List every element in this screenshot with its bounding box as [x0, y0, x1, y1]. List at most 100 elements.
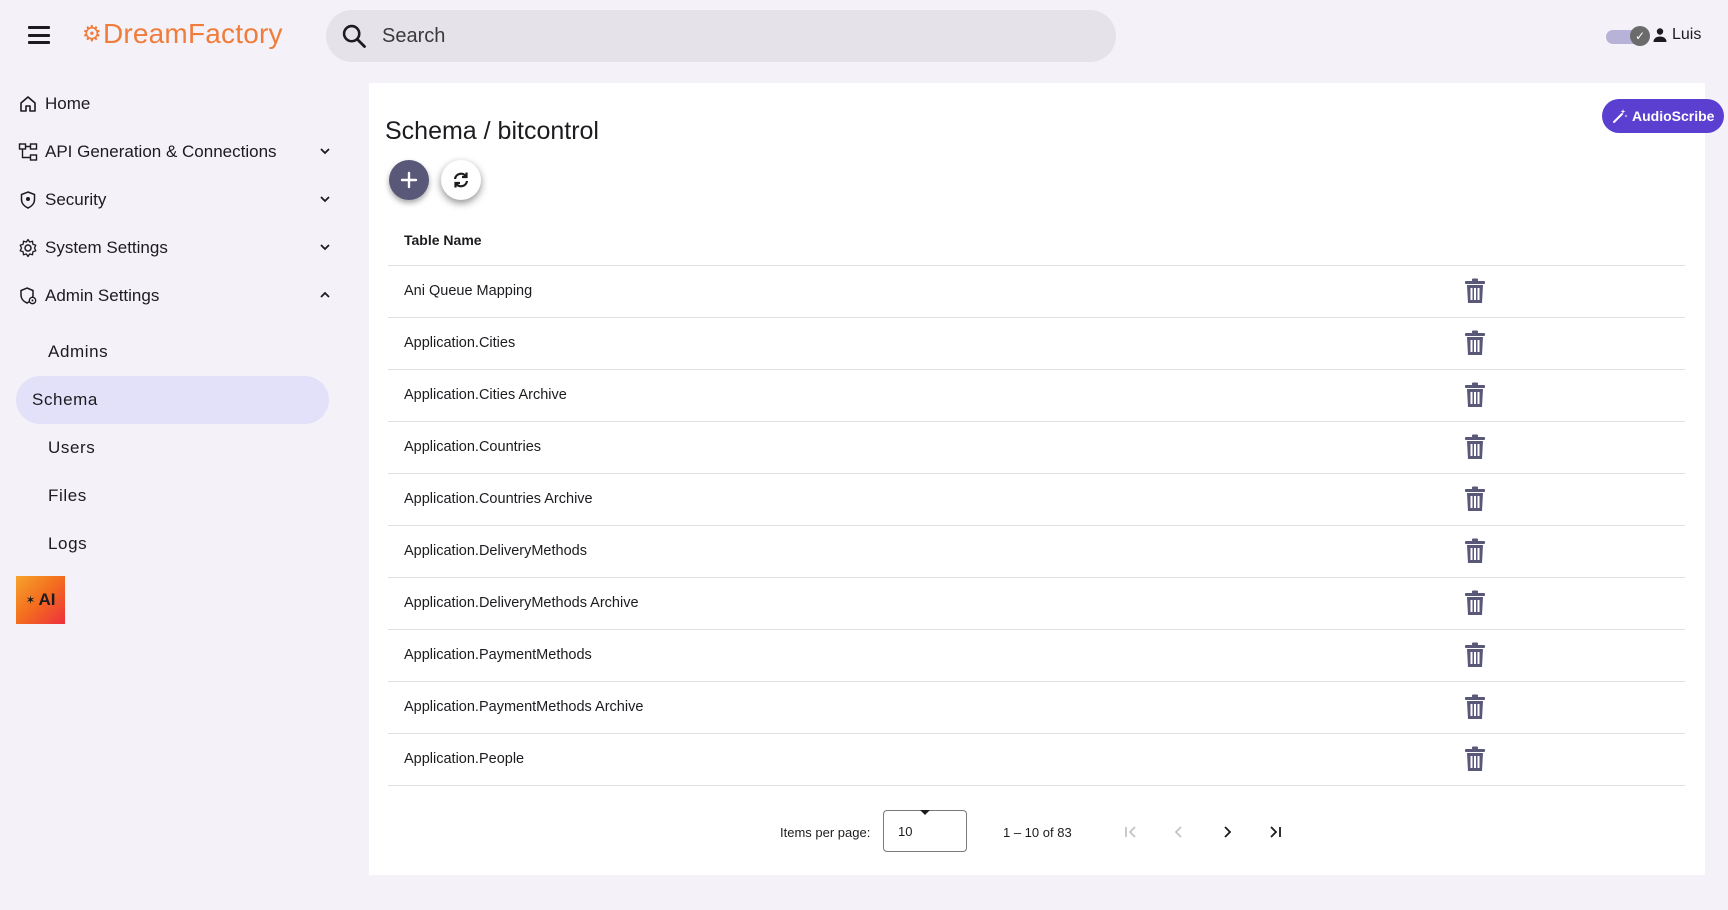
first-page-button[interactable]	[1119, 820, 1143, 844]
sidebar-item-label: System Settings	[45, 238, 168, 257]
table-row[interactable]: Application.Countries Archive	[388, 473, 1685, 526]
chevron-down-icon	[320, 244, 330, 251]
user-menu[interactable]: Luis	[1652, 26, 1701, 44]
row-actions-cell	[1425, 317, 1685, 370]
row-actions-cell	[1425, 525, 1685, 578]
sidebar-subitem-users[interactable]: Users	[16, 424, 329, 472]
delete-icon[interactable]	[1464, 694, 1486, 720]
delete-icon[interactable]	[1464, 746, 1486, 772]
delete-icon[interactable]	[1464, 590, 1486, 616]
sparkle-icon: ✶	[25, 593, 36, 607]
chevron-down-icon	[320, 196, 330, 203]
first-page-icon	[1125, 826, 1136, 838]
gear-icon	[18, 238, 38, 258]
row-actions-cell	[1425, 473, 1685, 526]
table-row[interactable]: Application.People	[388, 733, 1685, 786]
logo[interactable]: ⚙ DreamFactory	[82, 18, 283, 50]
search-input[interactable]	[382, 24, 1082, 48]
audioscribe-label: AudioScribe	[1632, 108, 1715, 124]
table-row[interactable]: Application.PaymentMethods Archive	[388, 681, 1685, 734]
shield-icon	[18, 190, 38, 210]
sidebar-item-label: Home	[45, 94, 91, 113]
table-row[interactable]: Application.DeliveryMethods Archive	[388, 577, 1685, 630]
table-name-cell[interactable]: Application.PaymentMethods	[388, 629, 1425, 682]
audioscribe-button[interactable]: AudioScribe	[1602, 99, 1725, 133]
last-page-button[interactable]	[1263, 820, 1287, 844]
row-actions-cell	[1425, 733, 1685, 786]
delete-icon[interactable]	[1464, 382, 1486, 408]
table-name-cell[interactable]: Application.Cities Archive	[388, 369, 1425, 422]
home-icon	[18, 94, 38, 114]
sidebar-item-label: API Generation & Connections	[45, 142, 277, 161]
row-actions-cell	[1425, 369, 1685, 422]
table-name-cell[interactable]: Application.Cities	[388, 317, 1425, 370]
table-header-row: Table Name	[388, 215, 1685, 266]
table-name-cell[interactable]: Application.PaymentMethods Archive	[388, 681, 1425, 734]
chevron-right-icon	[1224, 826, 1232, 838]
sidebar-subitem-logs[interactable]: Logs	[16, 520, 329, 568]
ai-button[interactable]: ✶ AI	[16, 576, 65, 624]
chevron-up-icon	[320, 291, 330, 298]
table-name-cell[interactable]: Ani Queue Mapping	[388, 265, 1425, 318]
table-name-cell[interactable]: Application.People	[388, 733, 1425, 786]
check-icon: ✓	[1630, 26, 1650, 46]
refresh-icon	[453, 172, 469, 188]
table-row[interactable]: Application.Countries	[388, 421, 1685, 474]
table-row[interactable]: Application.Cities Archive	[388, 369, 1685, 422]
table-row[interactable]: Application.DeliveryMethods	[388, 525, 1685, 578]
magic-wand-icon	[1613, 109, 1628, 123]
delete-icon[interactable]	[1464, 278, 1486, 304]
sidebar-subitem-admins[interactable]: Admins	[16, 328, 329, 376]
delete-icon[interactable]	[1464, 538, 1486, 564]
user-name: Luis	[1672, 26, 1702, 43]
page-range-label: 1 – 10 of 83	[1003, 825, 1072, 840]
previous-page-button[interactable]	[1167, 820, 1191, 844]
schema-table: Table Name Ani Queue Mapping Application.…	[388, 215, 1685, 786]
search-bar[interactable]	[326, 10, 1116, 62]
table-row[interactable]: Ani Queue Mapping	[388, 265, 1685, 318]
delete-icon[interactable]	[1464, 486, 1486, 512]
theme-toggle[interactable]: ✓	[1606, 26, 1650, 46]
main-panel: AudioScribe Schema / bitcontrol Table Na…	[369, 83, 1725, 875]
user-icon	[1653, 28, 1667, 42]
next-page-button[interactable]	[1215, 820, 1239, 844]
sidebar-item-api-generation[interactable]: API Generation & Connections	[0, 128, 346, 176]
column-header-table-name[interactable]: Table Name	[388, 215, 1425, 266]
chevron-left-icon	[1174, 826, 1182, 838]
delete-icon[interactable]	[1464, 642, 1486, 668]
menu-icon[interactable]	[26, 24, 52, 46]
row-actions-cell	[1425, 629, 1685, 682]
refresh-button[interactable]	[441, 160, 481, 200]
sidebar-item-security[interactable]: Security	[0, 176, 346, 224]
logo-gear-icon: ⚙	[82, 21, 102, 46]
table-name-cell[interactable]: Application.DeliveryMethods	[388, 525, 1425, 578]
sidebar-item-admin-settings[interactable]: Admin Settings	[0, 272, 346, 320]
delete-icon[interactable]	[1464, 434, 1486, 460]
items-per-page-select[interactable]: 10	[883, 810, 967, 852]
plus-icon	[400, 171, 418, 189]
sidebar-item-system-settings[interactable]: System Settings	[0, 224, 346, 272]
sidebar: Home API Generation & Connections Securi…	[0, 80, 346, 568]
sidebar-item-label: Admin Settings	[45, 286, 160, 305]
logo-text: DreamFactory	[102, 18, 283, 49]
sidebar-item-label: Security	[45, 190, 107, 209]
ai-label: AI	[38, 590, 56, 609]
table-row[interactable]: Application.PaymentMethods	[388, 629, 1685, 682]
sidebar-subitem-schema[interactable]: Schema	[16, 376, 329, 424]
paginator: Items per page: 10 1 – 10 of 83	[369, 810, 1705, 854]
items-per-page-label: Items per page:	[780, 825, 871, 840]
table-name-cell[interactable]: Application.Countries Archive	[388, 473, 1425, 526]
sidebar-subitem-files[interactable]: Files	[16, 472, 329, 520]
row-actions-cell	[1425, 265, 1685, 318]
chevron-down-icon	[320, 148, 330, 155]
table-name-cell[interactable]: Application.Countries	[388, 421, 1425, 474]
admin-shield-icon	[18, 286, 38, 306]
table-row[interactable]: Application.Cities	[388, 317, 1685, 370]
delete-icon[interactable]	[1464, 330, 1486, 356]
row-actions-cell	[1425, 577, 1685, 630]
table-name-cell[interactable]: Application.DeliveryMethods Archive	[388, 577, 1425, 630]
dropdown-caret-icon	[920, 810, 930, 815]
add-table-button[interactable]	[389, 160, 429, 200]
page-title: Schema / bitcontrol	[385, 117, 599, 145]
sidebar-item-home[interactable]: Home	[0, 80, 346, 128]
